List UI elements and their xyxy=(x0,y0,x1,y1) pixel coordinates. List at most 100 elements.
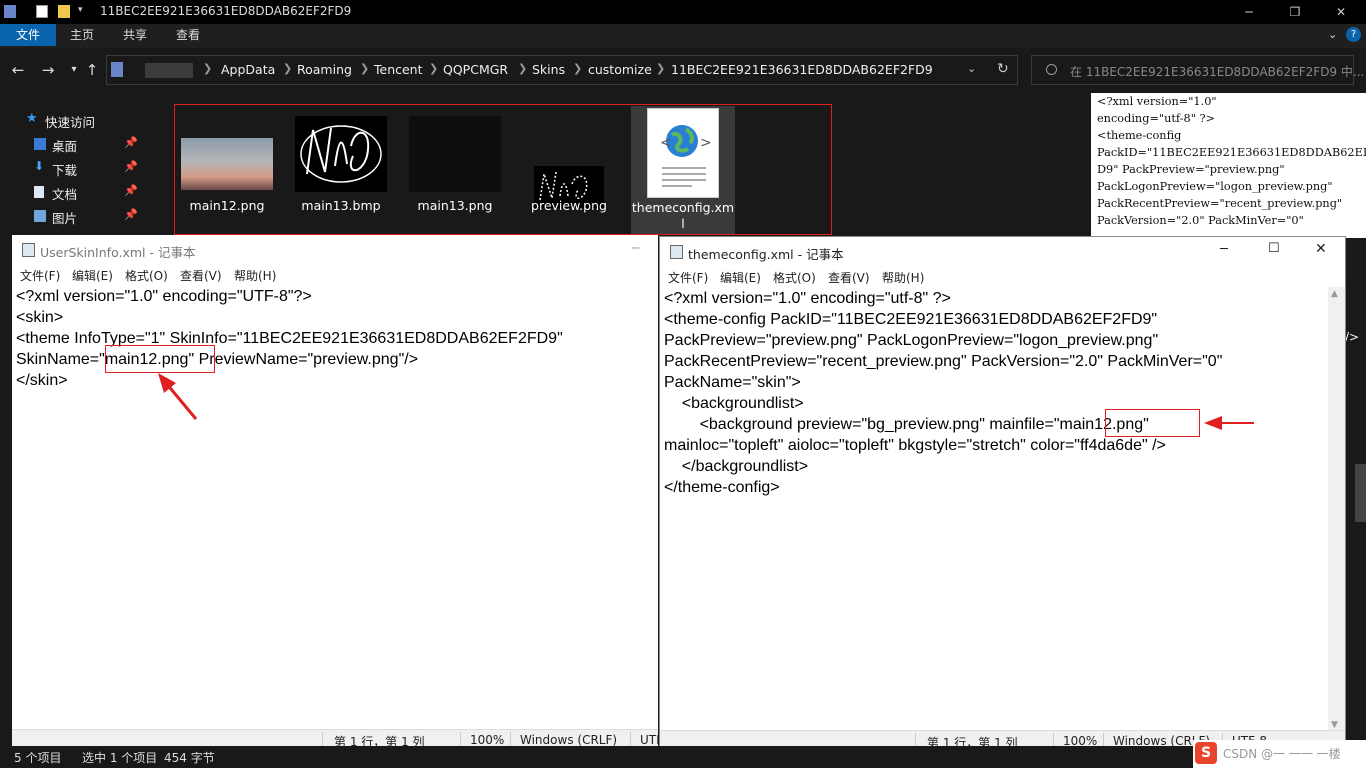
file-item[interactable]: main13.png xyxy=(403,106,507,224)
file-name: main13.bmp xyxy=(301,198,381,213)
crumb-skins[interactable]: Skins xyxy=(532,62,565,77)
help-icon[interactable]: ? xyxy=(1346,27,1361,42)
preview-pane: <?xml version="1.0" encoding="utf-8" ?> <t… xyxy=(1091,93,1366,238)
menu-view[interactable]: 查看(V) xyxy=(828,269,870,286)
selected-count: 选中 1 个项目 xyxy=(82,751,158,765)
nav-desktop[interactable]: 桌面 📌 xyxy=(0,133,152,155)
back-button[interactable]: ← xyxy=(8,59,28,81)
tab-share[interactable]: 共享 xyxy=(109,24,161,46)
crumb-current-folder[interactable]: 11BEC2EE921E36631ED8DDAB62EF2FD9 xyxy=(671,62,933,77)
address-dropdown-icon[interactable]: ⌄ xyxy=(967,62,976,75)
pin-icon[interactable]: 📌 xyxy=(124,184,138,197)
recent-locations-button[interactable]: ▾ xyxy=(64,59,84,81)
minimize-button[interactable]: ─ xyxy=(1226,0,1272,24)
search-box[interactable]: 在 11BEC2EE921E36631ED8DDAB62EF2FD9 中... xyxy=(1031,55,1364,85)
pc-icon xyxy=(111,62,123,77)
preview-line: PackVersion="2.0" PackMinVer="0" xyxy=(1097,214,1304,227)
tab-file[interactable]: 文件 xyxy=(0,24,56,46)
menu-edit[interactable]: 编辑(E) xyxy=(72,267,113,284)
notepad-titlebar: UserSkinInfo.xml - 记事本 ─ xyxy=(12,235,658,265)
redacted-segment xyxy=(145,63,193,78)
text-line: <theme-config PackID="11BEC2EE921E36631E… xyxy=(664,311,1158,328)
text-line: <?xml version="1.0" encoding="utf-8" ?> xyxy=(664,290,951,307)
pin-icon[interactable]: 📌 xyxy=(124,208,138,221)
nav-documents[interactable]: 文档 📌 xyxy=(0,181,152,203)
text-line: mainloc="topleft" aioloc="topleft" bkgst… xyxy=(664,437,1166,454)
menu-view[interactable]: 查看(V) xyxy=(180,267,222,284)
nav-label: 桌面 xyxy=(52,139,78,154)
side-scroll-tab[interactable] xyxy=(1355,464,1366,522)
crumb-qqpcmgr[interactable]: QQPCMGR xyxy=(443,62,508,77)
menu-file[interactable]: 文件(F) xyxy=(20,267,60,284)
nav-pictures[interactable]: 图片 📌 xyxy=(0,205,152,227)
line-ending: Windows (CRLF) xyxy=(520,733,618,747)
nav-quick-access[interactable]: ★ 快速访问 xyxy=(0,109,152,131)
nav-label: 图片 xyxy=(52,211,78,226)
file-item[interactable]: main13.bmp xyxy=(289,106,393,224)
menu-help[interactable]: 帮助(H) xyxy=(882,269,924,286)
address-row: ← → ▾ ↑ ❯ AppData ❯ Roaming ❯ Tencent ❯ … xyxy=(0,50,1366,90)
svg-text:>: > xyxy=(700,135,712,151)
crumb-customize[interactable]: customize xyxy=(588,62,652,77)
explorer-titlebar: ▾ 11BEC2EE921E36631ED8DDAB62EF2FD9 ─ ❐ ✕ xyxy=(0,0,1366,24)
properties-icon[interactable] xyxy=(36,5,48,18)
search-input[interactable]: 在 11BEC2EE921E36631ED8DDAB62EF2FD9 中... xyxy=(1070,63,1364,80)
menu-format[interactable]: 格式(O) xyxy=(125,267,168,284)
ime-toolbar: S CSDN @一 一一 一楼 xyxy=(1193,740,1366,768)
text-area[interactable]: <?xml version="1.0" encoding="UTF-8"?> <s… xyxy=(16,286,563,391)
sogou-icon[interactable]: S xyxy=(1195,742,1217,764)
address-bar[interactable]: ❯ AppData ❯ Roaming ❯ Tencent ❯ QQPCMGR … xyxy=(106,55,1018,85)
vertical-scrollbar[interactable]: ▲ ▼ xyxy=(1328,287,1345,732)
close-button[interactable]: ✕ xyxy=(1315,241,1327,257)
tab-view[interactable]: 查看 xyxy=(162,24,214,46)
nav-label: 文档 xyxy=(52,187,78,202)
minimize-button[interactable]: ─ xyxy=(1220,242,1228,257)
search-icon xyxy=(1046,64,1057,75)
maximize-button[interactable]: ❐ xyxy=(1272,0,1318,24)
annotation-box xyxy=(1105,409,1200,437)
up-button[interactable]: ↑ xyxy=(82,59,102,81)
forward-button[interactable]: → xyxy=(38,59,58,81)
customize-quick-access-icon[interactable]: ▾ xyxy=(78,5,90,18)
file-name: themeconfig.xml xyxy=(631,200,735,231)
navigation-pane: ★ 快速访问 桌面 📌 ⬇ 下载 📌 文档 📌 图片 📌 xyxy=(0,90,152,235)
nav-downloads[interactable]: ⬇ 下载 📌 xyxy=(0,157,152,179)
crumb-tencent[interactable]: Tencent xyxy=(374,62,423,77)
text-line: </theme-config> xyxy=(664,479,780,496)
notepad-title: themeconfig.xml - 记事本 xyxy=(688,247,844,262)
notepad-title: UserSkinInfo.xml - 记事本 xyxy=(40,245,196,260)
sunset-image xyxy=(181,138,273,190)
crumb-appdata[interactable]: AppData xyxy=(221,62,275,77)
menu-file[interactable]: 文件(F) xyxy=(668,269,708,286)
text-line: </skin> xyxy=(16,372,68,389)
menu-bar: 文件(F) 编辑(E) 格式(O) 查看(V) 帮助(H) xyxy=(660,267,1345,287)
file-item[interactable]: main12.png xyxy=(175,106,279,224)
expand-ribbon-icon[interactable]: ⌄ xyxy=(1328,28,1337,41)
new-folder-icon[interactable] xyxy=(58,5,70,18)
text-area[interactable]: <?xml version="1.0" encoding="utf-8" ?> <… xyxy=(664,288,1222,498)
watermark-text: CSDN @一 一一 一楼 xyxy=(1223,747,1341,761)
file-item-selected[interactable]: < > themeconfig.xml xyxy=(631,106,735,234)
close-button[interactable]: ✕ xyxy=(1318,0,1364,24)
file-item[interactable]: preview.png xyxy=(517,106,621,224)
crumb-roaming[interactable]: Roaming xyxy=(297,62,352,77)
menu-bar: 文件(F) 编辑(E) 格式(O) 查看(V) 帮助(H) xyxy=(12,265,658,285)
menu-format[interactable]: 格式(O) xyxy=(773,269,816,286)
notepad-titlebar: themeconfig.xml - 记事本 ─ ☐ ✕ xyxy=(660,237,1345,267)
pin-icon[interactable]: 📌 xyxy=(124,136,138,149)
annotation-arrow xyxy=(158,373,198,420)
text-line: SkinName="main12.png" PreviewName="previ… xyxy=(16,351,419,368)
maximize-button[interactable]: ☐ xyxy=(1268,241,1280,256)
menu-help[interactable]: 帮助(H) xyxy=(234,267,276,284)
menu-edit[interactable]: 编辑(E) xyxy=(720,269,761,286)
text-line: <theme InfoType="1" SkinInfo="11BEC2EE92… xyxy=(16,330,563,347)
selected-size: 454 字节 xyxy=(164,751,215,765)
preview-line: encoding="utf-8" ?> xyxy=(1097,112,1216,125)
minimize-button[interactable]: ─ xyxy=(632,241,639,255)
text-line: <skin> xyxy=(16,309,64,326)
pin-icon[interactable]: 📌 xyxy=(124,160,138,173)
xml-file-icon: < > xyxy=(647,108,719,198)
preview-line: PackRecentPreview="recent_preview.png" xyxy=(1097,197,1343,210)
refresh-icon[interactable]: ↻ xyxy=(997,61,1009,77)
tab-home[interactable]: 主页 xyxy=(56,24,108,46)
